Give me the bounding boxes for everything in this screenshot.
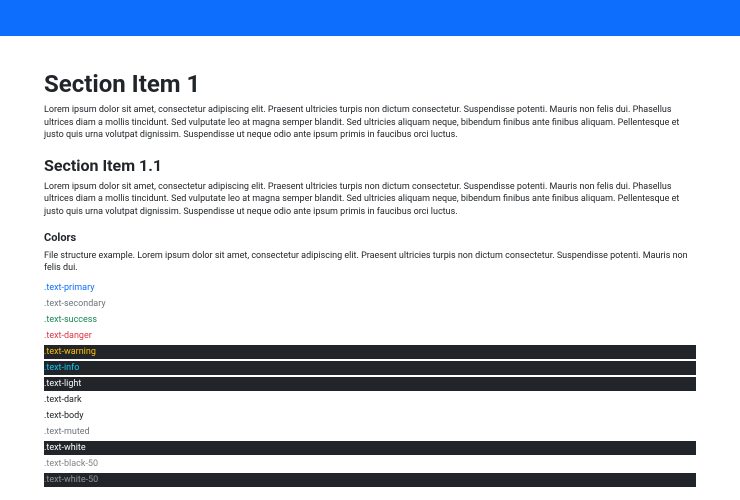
swatch-text-dark: .text-dark — [44, 393, 696, 407]
swatch-text-muted: .text-muted — [44, 425, 696, 439]
swatch-text-info: .text-info — [44, 361, 696, 375]
swatch-text-black-50: .text-black-50 — [44, 457, 696, 471]
swatch-text-white: .text-white — [44, 441, 696, 455]
swatch-text-warning: .text-warning — [44, 345, 696, 359]
section-1-1-title: Section Item 1.1 — [44, 156, 696, 175]
swatch-text-primary: .text-primary — [44, 281, 696, 295]
section-1-title: Section Item 1 — [44, 70, 696, 98]
swatch-text-body: .text-body — [44, 409, 696, 423]
swatch-text-secondary: .text-secondary — [44, 297, 696, 311]
swatch-text-danger: .text-danger — [44, 329, 696, 343]
page-content: Section Item 1 Lorem ipsum dolor sit ame… — [0, 36, 740, 487]
section-1-body: Lorem ipsum dolor sit amet, consectetur … — [44, 104, 696, 142]
section-1-1-body: Lorem ipsum dolor sit amet, consectetur … — [44, 181, 696, 219]
swatch-text-light: .text-light — [44, 377, 696, 391]
swatch-text-success: .text-success — [44, 313, 696, 327]
swatch-text-white-50: .text-white-50 — [44, 473, 696, 487]
top-banner — [0, 0, 740, 36]
colors-intro: File structure example. Lorem ipsum dolo… — [44, 250, 696, 275]
colors-title: Colors — [44, 231, 696, 244]
